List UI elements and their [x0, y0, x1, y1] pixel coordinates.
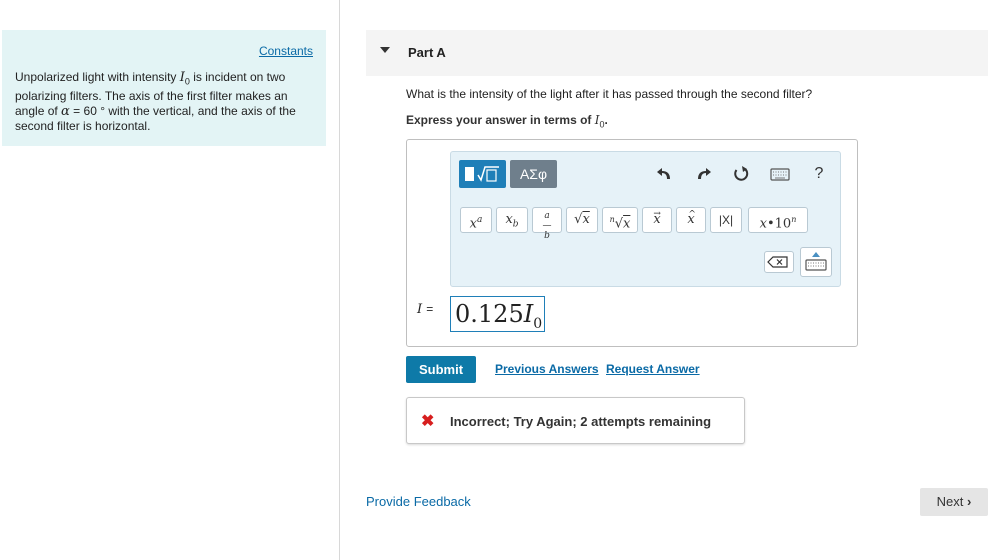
subscript-button[interactable]: xb: [496, 207, 528, 233]
answer-value: 0.125: [455, 300, 524, 328]
request-answer-link[interactable]: Request Answer: [606, 362, 700, 376]
scientific-notation-button[interactable]: x•10n: [748, 207, 808, 233]
keyboard-shortcuts-icon[interactable]: [769, 163, 791, 185]
instruction-text: Express your answer in terms of I0.: [406, 113, 608, 129]
part-header[interactable]: Part A: [366, 30, 988, 76]
greek-symbols-button[interactable]: ΑΣφ: [510, 160, 557, 188]
equals-sign: =: [426, 302, 434, 316]
undo-icon[interactable]: [654, 163, 676, 185]
answer-input[interactable]: 0.125I0: [450, 296, 545, 332]
absolute-value-button[interactable]: |X|: [710, 207, 742, 233]
answer-variable: I: [417, 302, 423, 317]
previous-answers-link[interactable]: Previous Answers: [495, 362, 599, 376]
unit-vector-button[interactable]: x ^: [676, 207, 706, 233]
math-toolbar: ΑΣφ ? xa xb a — b √x n√x x → x ^ |X| x•10n: [450, 151, 841, 287]
keyboard-toggle-button[interactable]: [800, 247, 832, 277]
answer-variable-label: I =: [417, 302, 433, 317]
backspace-button[interactable]: [764, 251, 794, 273]
x-icon: ✖: [421, 413, 435, 430]
next-button[interactable]: Next ›: [920, 488, 988, 516]
answer-value-subscript: 0: [533, 315, 543, 332]
intensity-subscript: 0: [184, 76, 190, 87]
next-label: Next: [936, 494, 964, 509]
problem-statement: Unpolarized light with intensity I0 is i…: [15, 70, 317, 134]
answer-value-variable: I: [523, 300, 534, 328]
problem-text-1: Unpolarized light with intensity: [15, 70, 177, 84]
backspace-icon: [767, 256, 788, 268]
constants-link[interactable]: Constants: [259, 44, 313, 58]
submit-button[interactable]: Submit: [406, 356, 476, 383]
panel-divider: [339, 0, 340, 560]
instruction-label: Express your answer in terms of: [406, 113, 592, 127]
part-title: Part A: [408, 45, 446, 60]
feedback-message-box: ✖ Incorrect; Try Again; 2 attempts remai…: [406, 397, 745, 444]
square-root-button[interactable]: √x: [566, 207, 598, 233]
fraction-button[interactable]: a — b: [532, 207, 562, 241]
question-text: What is the intensity of the light after…: [406, 87, 813, 101]
redo-icon[interactable]: [692, 163, 714, 185]
problem-panel: Constants Unpolarized light with intensi…: [2, 30, 326, 146]
nth-root-button[interactable]: n√x: [602, 207, 638, 233]
help-button[interactable]: ?: [808, 163, 830, 185]
provide-feedback-link[interactable]: Provide Feedback: [366, 494, 471, 509]
collapse-caret-icon[interactable]: [380, 47, 390, 53]
templates-button[interactable]: [459, 160, 506, 188]
chevron-right-icon: ›: [967, 494, 972, 509]
reset-icon[interactable]: [730, 163, 752, 185]
superscript-button[interactable]: xa: [460, 207, 492, 233]
vector-button[interactable]: x →: [642, 207, 672, 233]
keyboard-icon: [805, 252, 827, 271]
templates-icon: [465, 166, 499, 182]
problem-text-3: = 60 ° with the vertical, and the axis o…: [15, 104, 296, 134]
angle-variable: α: [61, 104, 70, 120]
feedback-message: Incorrect; Try Again; 2 attempts remaini…: [450, 414, 712, 429]
instruction-period: .: [604, 113, 608, 127]
